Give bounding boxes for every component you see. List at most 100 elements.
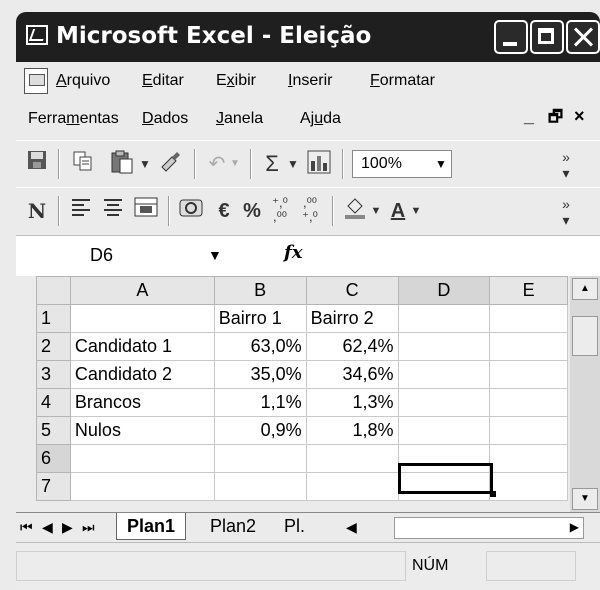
cell-c1[interactable]: Bairro 2 bbox=[305, 304, 399, 333]
scroll-right-button[interactable]: ▶ bbox=[570, 520, 579, 534]
row-header[interactable]: 3 bbox=[36, 360, 71, 389]
cell-e6[interactable] bbox=[489, 444, 568, 473]
cell-b3[interactable]: 35,0% bbox=[213, 360, 307, 389]
row-header[interactable]: 2 bbox=[36, 332, 71, 361]
bold-button[interactable]: N bbox=[24, 196, 50, 226]
autosum-dropdown-icon[interactable]: ▼ bbox=[286, 149, 300, 179]
doc-close-button[interactable]: × bbox=[574, 106, 585, 127]
formula-input[interactable] bbox=[316, 242, 596, 270]
row-header[interactable]: 6 bbox=[36, 444, 71, 473]
first-sheet-icon[interactable]: ⏮ bbox=[20, 519, 33, 536]
menu-arquivo[interactable]: Arquivo bbox=[56, 72, 110, 90]
paste-dropdown-icon[interactable]: ▼ bbox=[138, 149, 152, 179]
menu-editar[interactable]: Editar bbox=[142, 72, 184, 90]
menu-janela[interactable]: Janela bbox=[216, 110, 263, 128]
copy-icon[interactable] bbox=[68, 149, 98, 179]
cell-d2[interactable] bbox=[397, 332, 491, 361]
font-color-icon[interactable]: A bbox=[386, 196, 410, 226]
cell-b2[interactable]: 63,0% bbox=[213, 332, 307, 361]
doc-minimize-button[interactable]: _ bbox=[524, 106, 534, 127]
cell-b4[interactable]: 1,1% bbox=[213, 388, 307, 417]
title-bar[interactable]: Microsoft Excel - Eleição bbox=[16, 12, 600, 62]
prev-sheet-icon[interactable]: ◀ bbox=[42, 519, 53, 536]
column-header-b[interactable]: B bbox=[213, 276, 307, 305]
chart-wizard-icon[interactable] bbox=[304, 149, 334, 179]
tab-plan1[interactable]: Plan1 bbox=[116, 513, 187, 540]
menu-exibir[interactable]: Exibir bbox=[216, 72, 256, 90]
cell-a1[interactable] bbox=[69, 304, 215, 333]
last-sheet-icon[interactable]: ⏭ bbox=[82, 519, 95, 536]
toolbar2-options-icon[interactable]: » ▾ bbox=[556, 196, 576, 228]
align-center-icon[interactable] bbox=[100, 196, 126, 226]
cell-a4[interactable]: Brancos bbox=[69, 388, 215, 417]
cell-e2[interactable] bbox=[489, 332, 568, 361]
workbook-icon[interactable] bbox=[24, 68, 48, 94]
name-box-dropdown-icon[interactable]: ▼ bbox=[208, 238, 222, 272]
cell-e5[interactable] bbox=[489, 416, 568, 445]
zoom-dropdown-icon[interactable]: ▼ bbox=[431, 151, 451, 177]
menu-dados[interactable]: Dados bbox=[142, 110, 188, 128]
font-color-dropdown-icon[interactable]: ▼ bbox=[410, 196, 422, 226]
row-header[interactable]: 7 bbox=[36, 472, 71, 501]
cell-d1[interactable] bbox=[397, 304, 491, 333]
cell-a5[interactable]: Nulos bbox=[69, 416, 215, 445]
next-sheet-icon[interactable]: ▶ bbox=[62, 519, 73, 536]
cell-a7[interactable] bbox=[69, 472, 215, 501]
undo-dropdown-icon[interactable]: ▼ bbox=[228, 149, 242, 179]
cell-d3[interactable] bbox=[397, 360, 491, 389]
scroll-thumb[interactable] bbox=[572, 316, 598, 356]
cell-e7[interactable] bbox=[489, 472, 568, 501]
name-box[interactable]: D6 ▼ bbox=[16, 238, 222, 272]
fill-color-icon[interactable] bbox=[340, 196, 370, 226]
cell-c7[interactable] bbox=[305, 472, 399, 501]
row-header[interactable]: 1 bbox=[36, 304, 71, 333]
percent-button[interactable]: % bbox=[240, 196, 264, 226]
tab-plan3[interactable]: Pl. bbox=[278, 513, 311, 539]
format-painter-icon[interactable] bbox=[156, 149, 184, 179]
increase-decimal-icon[interactable]: ⁺,⁰ ,⁰⁰ bbox=[266, 196, 294, 226]
menu-formatar[interactable]: Formatar bbox=[370, 72, 435, 90]
horizontal-scrollbar[interactable]: ▶ bbox=[394, 517, 584, 539]
undo-icon[interactable]: ↶ bbox=[204, 149, 230, 179]
cell-b6[interactable] bbox=[213, 444, 307, 473]
save-icon[interactable] bbox=[24, 149, 50, 179]
toolbar-options-icon[interactable]: » ▾ bbox=[556, 149, 576, 181]
cell-b7[interactable] bbox=[213, 472, 307, 501]
vertical-scrollbar[interactable]: ▲ ▼ bbox=[570, 276, 600, 512]
row-header[interactable]: 4 bbox=[36, 388, 71, 417]
decrease-decimal-icon[interactable]: ,⁰⁰ ⁺,⁰ bbox=[296, 196, 324, 226]
close-button[interactable] bbox=[566, 20, 600, 54]
currency-icon[interactable] bbox=[176, 196, 206, 226]
cell-d5[interactable] bbox=[397, 416, 491, 445]
insert-function-icon[interactable]: fx bbox=[284, 242, 302, 263]
worksheet-grid[interactable]: A B C D E 1 Bairro 1 Bairro 2 2 Candidat… bbox=[36, 276, 568, 512]
zoom-select[interactable]: 100% ▼ bbox=[352, 150, 452, 178]
cell-c4[interactable]: 1,3% bbox=[305, 388, 399, 417]
cell-b5[interactable]: 0,9% bbox=[213, 416, 307, 445]
column-header-a[interactable]: A bbox=[69, 276, 215, 305]
row-header[interactable]: 5 bbox=[36, 416, 71, 445]
cell-c3[interactable]: 34,6% bbox=[305, 360, 399, 389]
cell-a3[interactable]: Candidato 2 bbox=[69, 360, 215, 389]
menu-ajuda[interactable]: Ajuda bbox=[300, 110, 341, 128]
column-header-c[interactable]: C bbox=[305, 276, 399, 305]
cell-e1[interactable] bbox=[489, 304, 568, 333]
cell-e3[interactable] bbox=[489, 360, 568, 389]
column-header-d[interactable]: D bbox=[397, 276, 491, 305]
maximize-button[interactable] bbox=[530, 20, 564, 54]
column-header-e[interactable]: E bbox=[489, 276, 568, 305]
doc-restore-button[interactable]: 🗗 bbox=[548, 106, 563, 133]
scroll-up-button[interactable]: ▲ bbox=[572, 278, 598, 300]
cell-b1[interactable]: Bairro 1 bbox=[213, 304, 307, 333]
menu-ferramentas[interactable]: Ferramentas bbox=[28, 110, 119, 128]
merge-center-icon[interactable] bbox=[132, 196, 160, 226]
scroll-down-button[interactable]: ▼ bbox=[572, 488, 598, 510]
tab-plan2[interactable]: Plan2 bbox=[202, 513, 264, 539]
cell-e4[interactable] bbox=[489, 388, 568, 417]
cell-c5[interactable]: 1,8% bbox=[305, 416, 399, 445]
cell-a6[interactable] bbox=[69, 444, 215, 473]
euro-button[interactable]: € bbox=[212, 196, 236, 226]
fill-color-dropdown-icon[interactable]: ▼ bbox=[370, 196, 382, 226]
menu-inserir[interactable]: Inserir bbox=[288, 72, 332, 90]
cell-d4[interactable] bbox=[397, 388, 491, 417]
